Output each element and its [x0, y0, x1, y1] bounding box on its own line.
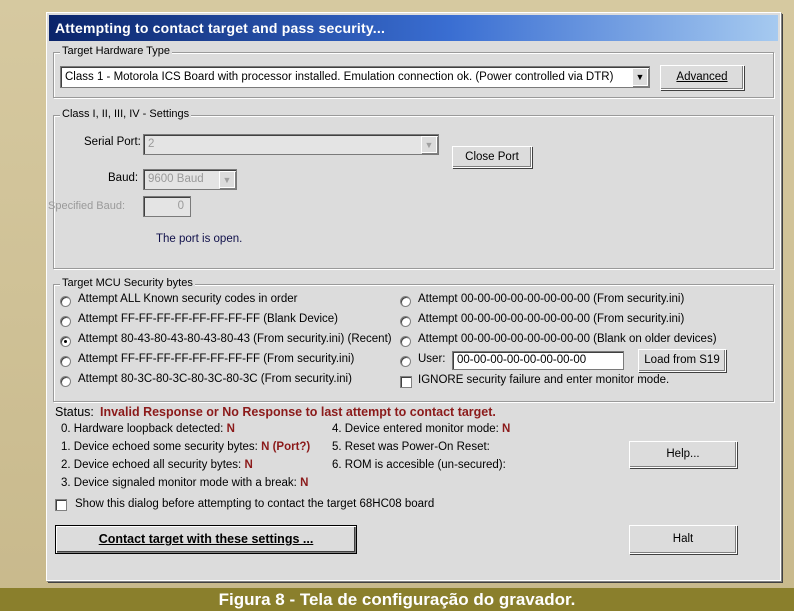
specified-baud-label: Specified Baud: [48, 200, 126, 212]
baud-select[interactable]: 9600 Baud ▼ [143, 169, 237, 190]
ignore-security-label: IGNORE security failure and enter monito… [418, 374, 670, 386]
port-status-text: The port is open. [156, 233, 243, 245]
user-security-field[interactable]: 00-00-00-00-00-00-00-00 [452, 351, 624, 370]
radio-user[interactable] [400, 356, 411, 367]
chevron-down-icon[interactable]: ▼ [421, 136, 437, 153]
port-settings-group: Class I, II, III, IV - Settings Serial P… [48, 108, 774, 269]
radio-right-2[interactable] [400, 336, 411, 347]
port-settings-label: Class I, II, III, IV - Settings [60, 108, 192, 120]
radio-right-0[interactable] [400, 296, 411, 307]
close-port-button[interactable]: Close Port [452, 146, 532, 168]
status-line-1: 1. Device echoed some security bytes: N … [61, 441, 311, 453]
status-line-5: 5. Reset was Power-On Reset: [332, 441, 490, 453]
radio-left-3[interactable] [60, 356, 71, 367]
option-label: Attempt 00-00-00-00-00-00-00-00 (From se… [418, 293, 685, 305]
advanced-button[interactable]: Advanced [660, 65, 744, 90]
status-line-6: 6. ROM is accesible (un-secured): [332, 459, 506, 471]
serial-port-label: Serial Port: [84, 136, 141, 148]
show-dialog-label: Show this dialog before attempting to co… [75, 498, 435, 510]
option-label: Attempt ALL Known security codes in orde… [78, 293, 298, 305]
radio-right-1[interactable] [400, 316, 411, 327]
option-label: Attempt FF-FF-FF-FF-FF-FF-FF-FF (Blank D… [78, 313, 338, 325]
halt-button[interactable]: Halt [629, 525, 737, 554]
load-from-s19-button[interactable]: Load from S19 [638, 349, 726, 372]
window-title: Attempting to contact target and pass se… [49, 15, 778, 41]
baud-label: Baud: [108, 172, 139, 184]
option-label: Attempt 00-00-00-00-00-00-00-00 (Blank o… [418, 333, 717, 345]
chevron-down-icon[interactable]: ▼ [219, 171, 235, 188]
radio-left-0[interactable] [60, 296, 71, 307]
security-bytes-group: Target MCU Security bytes Attempt ALL Kn… [53, 277, 774, 402]
status-line-3: 3. Device signaled monitor mode with a b… [61, 477, 309, 489]
status-line-4: 4. Device entered monitor mode: N [332, 423, 511, 435]
figure-caption: Figura 8 - Tela de configuração do grava… [0, 588, 794, 611]
security-bytes-label: Target MCU Security bytes [60, 277, 195, 289]
specified-baud-field[interactable]: 0 [143, 196, 191, 217]
option-label: Attempt 80-43-80-43-80-43-80-43 (From se… [78, 333, 392, 345]
status-line-0: 0. Hardware loopback detected: N [61, 423, 235, 435]
radio-left-2[interactable] [60, 336, 71, 347]
radio-left-4[interactable] [60, 376, 71, 387]
option-label: Attempt 80-3C-80-3C-80-3C-80-3C (From se… [78, 373, 352, 385]
contact-target-dialog: Attempting to contact target and pass se… [46, 12, 781, 581]
status-label: Status: [55, 405, 94, 419]
option-label: Attempt 00-00-00-00-00-00-00-00 (From se… [418, 313, 685, 325]
status-message: Invalid Response or No Response to last … [100, 405, 496, 419]
hardware-type-label: Target Hardware Type [60, 45, 173, 57]
show-dialog-checkbox[interactable] [55, 499, 67, 511]
hardware-type-group: Target Hardware Type Class 1 - Motorola … [53, 45, 774, 98]
status-line-2: 2. Device echoed all security bytes: N [61, 459, 253, 471]
ignore-security-checkbox[interactable] [400, 376, 412, 388]
hardware-type-select[interactable]: Class 1 - Motorola ICS Board with proces… [60, 66, 650, 88]
contact-target-button[interactable]: Contact target with these settings ... [55, 525, 357, 554]
hardware-type-value: Class 1 - Motorola ICS Board with proces… [65, 71, 614, 83]
help-button[interactable]: Help... [629, 441, 737, 468]
chevron-down-icon[interactable]: ▼ [632, 68, 648, 86]
user-label: User: [418, 353, 446, 365]
serial-port-select[interactable]: 2 ▼ [143, 134, 439, 155]
option-label: Attempt FF-FF-FF-FF-FF-FF-FF-FF (From se… [78, 353, 355, 365]
radio-left-1[interactable] [60, 316, 71, 327]
